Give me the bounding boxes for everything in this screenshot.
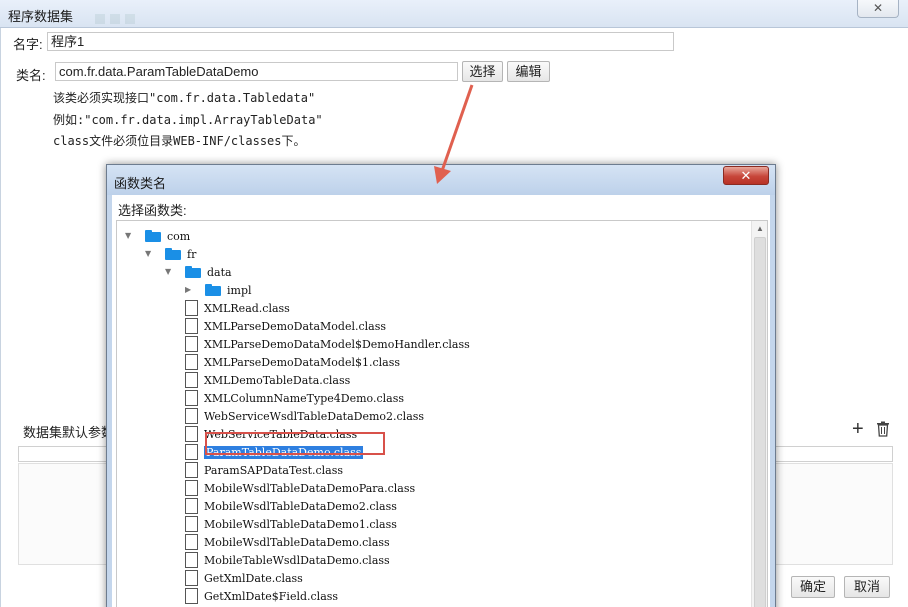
file-icon — [185, 336, 198, 352]
tree-folder-data[interactable]: ▼ data — [165, 263, 232, 281]
file-icon — [185, 570, 198, 586]
tree-file[interactable]: XMLParseDemoDataModel$DemoHandler.class — [185, 335, 470, 353]
tree-file[interactable]: XMLColumnNameType4Demo.class — [185, 389, 404, 407]
folder-icon — [205, 284, 221, 296]
function-class-dialog: 函数类名 ✕ 选择函数类: ▼ com ▼ fr ▼ data ▶ impl XMLRead.c… — [106, 164, 776, 607]
trash-icon[interactable] — [875, 421, 891, 437]
file-icon — [185, 534, 198, 550]
file-icon — [185, 498, 198, 514]
close-icon[interactable]: ✕ — [857, 0, 899, 18]
tree-item-label: MobileWsdlTableDataDemo1.class — [204, 517, 397, 531]
tree-item-label: impl — [227, 283, 252, 297]
tree-folder-com[interactable]: ▼ com — [125, 227, 190, 245]
tree-file[interactable]: MobileWsdlTableDataDemo2.class — [185, 497, 397, 515]
file-icon — [185, 552, 198, 568]
tree-file[interactable]: WebServiceWsdlTableDataDemo2.class — [185, 407, 424, 425]
select-button[interactable]: 选择 — [462, 61, 503, 82]
folder-icon — [165, 248, 181, 260]
params-label: 数据集默认参数 — [23, 425, 115, 440]
tree-file[interactable]: XMLRead.class — [185, 299, 290, 317]
class-name-input[interactable]: com.fr.data.ParamTableDataDemo — [55, 62, 458, 81]
tree-item-label: WebServiceWsdlTableDataDemo2.class — [204, 409, 425, 423]
outer-title-bar: 程序数据集 ✕ — [0, 0, 908, 28]
tree-file[interactable]: GetXmlDate.class — [185, 569, 303, 587]
file-icon — [185, 588, 198, 604]
ok-button[interactable]: 确定 — [791, 576, 835, 598]
tree-file[interactable]: XMLDemoTableData.class — [185, 371, 350, 389]
tree-item-label: XMLParseDemoDataModel$1.class — [204, 355, 400, 369]
cancel-button[interactable]: 取消 — [844, 576, 890, 598]
tree-item-label: MobileTableWsdlDataDemo.class — [204, 553, 390, 567]
file-icon — [185, 516, 198, 532]
file-icon — [185, 444, 198, 460]
scrollbar-thumb[interactable] — [754, 237, 766, 607]
inner-dialog-title: 函数类名 — [114, 176, 167, 191]
tree-folder-impl[interactable]: ▶ impl — [185, 281, 252, 299]
tree-item-label: MobileWsdlTableDataDemo2.class — [204, 499, 397, 513]
class-name-label: 类名: — [16, 68, 46, 83]
file-icon — [185, 462, 198, 478]
class-tree[interactable]: ▼ com ▼ fr ▼ data ▶ impl XMLRead.class XMLParseDe… — [116, 220, 768, 607]
collapsed-caret-icon[interactable]: ▶ — [185, 286, 193, 294]
tree-item-label: XMLParseDemoDataModel$DemoHandler.class — [204, 337, 470, 351]
outer-dialog-title: 程序数据集 — [8, 9, 74, 24]
inner-dialog-body: 选择函数类: ▼ com ▼ fr ▼ data ▶ impl XMLRead.class XML… — [112, 195, 770, 607]
tree-item-label: MobileWsdlTableDataDemo.class — [204, 535, 390, 549]
add-icon[interactable]: + — [852, 419, 864, 439]
tree-file[interactable]: XMLParseDemoDataModel.class — [185, 317, 386, 335]
inner-title-bar: 函数类名 ✕ — [107, 165, 775, 195]
file-icon — [185, 354, 198, 370]
note-example: 例如:"com.fr.data.impl.ArrayTableData" — [53, 113, 323, 127]
scroll-up-icon[interactable]: ▲ — [752, 223, 767, 235]
tree-file[interactable]: MobileWsdlTableDataDemo.class — [185, 533, 390, 551]
tree-file[interactable]: GetXmlDate$Field.class — [185, 587, 338, 605]
note-classpath: class文件必须位目录WEB-INF/classes下。 — [53, 134, 306, 148]
file-icon — [185, 318, 198, 334]
name-label: 名字: — [13, 37, 43, 52]
file-icon — [185, 372, 198, 388]
tree-item-label: XMLDemoTableData.class — [204, 373, 351, 387]
tree-file[interactable]: MobileWsdlTableDataDemoPara.class — [185, 479, 415, 497]
background-toolbar — [95, 12, 255, 26]
tree-item-label: data — [207, 265, 232, 279]
tree-file[interactable]: XMLParseDemoDataModel$1.class — [185, 353, 400, 371]
expanded-caret-icon[interactable]: ▼ — [125, 232, 133, 240]
note-interface: 该类必须实现接口"com.fr.data.Tabledata" — [53, 91, 316, 105]
file-icon — [185, 300, 198, 316]
select-class-prompt: 选择函数类: — [118, 203, 187, 218]
tree-item-label: com — [167, 229, 191, 243]
close-icon[interactable]: ✕ — [723, 166, 769, 185]
folder-icon — [185, 266, 201, 278]
file-icon — [185, 408, 198, 424]
expanded-caret-icon[interactable]: ▼ — [145, 250, 153, 258]
tree-file[interactable]: MobileWsdlTableDataDemo1.class — [185, 515, 397, 533]
file-icon — [185, 426, 198, 442]
tree-item-label: ParamSAPDataTest.class — [204, 463, 344, 477]
tree-item-label: GetXmlDate$Field.class — [204, 589, 339, 603]
tree-folder-fr[interactable]: ▼ fr — [145, 245, 196, 263]
file-icon — [185, 480, 198, 496]
file-icon — [185, 390, 198, 406]
vertical-scrollbar[interactable]: ▲ — [751, 221, 767, 607]
expanded-caret-icon[interactable]: ▼ — [165, 268, 173, 276]
tree-item-label: XMLColumnNameType4Demo.class — [204, 391, 404, 405]
tree-item-label: GetXmlDate.class — [204, 571, 303, 585]
tree-file[interactable]: ParamSAPDataTest.class — [185, 461, 343, 479]
tree-item-label: fr — [187, 247, 197, 261]
edit-button[interactable]: 编辑 — [507, 61, 550, 82]
folder-icon — [145, 230, 161, 242]
name-input[interactable]: 程序1 — [47, 32, 674, 51]
selection-highlight-box — [205, 432, 385, 455]
tree-file[interactable]: MobileTableWsdlDataDemo.class — [185, 551, 390, 569]
tree-item-label: MobileWsdlTableDataDemoPara.class — [204, 481, 416, 495]
tree-item-label: XMLRead.class — [204, 301, 290, 315]
tree-item-label: XMLParseDemoDataModel.class — [204, 319, 386, 333]
